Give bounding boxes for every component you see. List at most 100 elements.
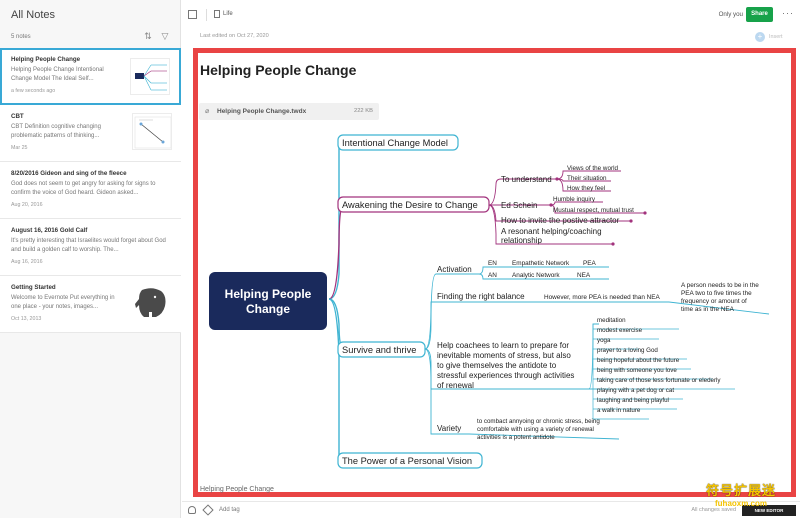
resonant-line-2: relationship [501, 236, 542, 245]
last-edited: Last edited on Oct 27, 2020 [200, 33, 269, 39]
attachment-name: Helping People Change.twdx [217, 108, 307, 115]
ed-schein: Ed Schein [501, 201, 537, 210]
watermark-url: fuhaoxm.com [715, 499, 768, 508]
finding-detail: time as in the NEA [681, 306, 735, 313]
note-card-snippet: CBT Definition cognitive changing proble… [11, 124, 101, 139]
note-thumbnail [132, 113, 172, 150]
sidebar: All Notes 5 notes ⇅ ▽ Helping People Cha… [0, 0, 181, 518]
activation: Activation [437, 265, 472, 274]
tag-icon[interactable] [202, 504, 214, 516]
finding-detail: A person needs to be in the [681, 282, 759, 289]
root-line-1: Helping People [225, 287, 312, 301]
variety-note: activities is a potent antidote [477, 434, 555, 441]
finding-note: However, more PEA is needed than NEA [544, 294, 661, 301]
note-header: Life Only you Share ··· [182, 0, 800, 30]
sidebar-tools: ⇅ ▽ [143, 31, 170, 41]
renewal-item: laughing and being playful [597, 397, 669, 404]
sort-icon[interactable]: ⇅ [143, 31, 153, 41]
expand-icon[interactable] [188, 10, 197, 19]
variety: Variety [437, 424, 461, 433]
variety-note: to combact annyoing or chronic stress, b… [477, 418, 600, 425]
renewal-item: yoga [597, 337, 611, 344]
note-card-gideon[interactable]: 8/20/2016 Gideon and sing of the fleece … [0, 162, 181, 219]
renewal-item: a walk in nature [597, 407, 641, 414]
note-card-snippet: Helping People Change Intentional Change… [11, 67, 104, 82]
notebook-icon [214, 10, 220, 18]
understand-item: Views of the world [567, 165, 618, 172]
note-card-snippet: Welcome to Evernote Put everything in on… [11, 295, 115, 310]
connector [328, 298, 345, 462]
more-options-icon[interactable]: ··· [782, 8, 794, 18]
help-coachees: of renewal [437, 381, 474, 390]
activation-en: EN [488, 260, 497, 267]
note-card-snippet: It's pretty interesting that Israelites … [11, 238, 166, 253]
renewal-item: modest exercise [597, 327, 643, 334]
notebook-name[interactable]: Life [223, 11, 233, 17]
share-button[interactable]: Share [746, 7, 773, 22]
note-card-title: 8/20/2016 Gideon and sing of the fleece [11, 170, 127, 177]
filter-icon[interactable]: ▽ [160, 31, 170, 41]
attachment[interactable]: ⌀ Helping People Change.twdx 222 KB [199, 103, 379, 120]
activation-en-network: Empathetic Network [512, 260, 570, 267]
activation-an: AN [488, 272, 497, 279]
activation-an-network: Analytic Network [512, 272, 560, 279]
help-coachees: to give themselves the antidote to [437, 361, 557, 370]
schein-item: Humble inquiry [553, 196, 596, 203]
insert-label: Insert [769, 34, 783, 40]
help-coachees: stressful experiences through activities [437, 371, 574, 380]
mind-map-image: Helping People Change Intentional Change… [199, 124, 791, 494]
activation-nea: NEA [577, 272, 591, 279]
note-title[interactable]: Helping People Change [200, 62, 356, 78]
finding-detail: PEA two to five times the [681, 290, 752, 297]
connector [328, 204, 345, 300]
note-footer-text: Helping People Change [200, 486, 274, 493]
branch-personal-vision: The Power of a Personal Vision [342, 456, 472, 466]
note-card-title: August 16, 2016 Gold Calf [11, 227, 88, 234]
sharing-status: Only you [718, 11, 743, 18]
understand-item: Their situation [567, 175, 607, 182]
note-card-date: Aug 20, 2016 [11, 202, 43, 208]
to-understand: To understand [501, 175, 552, 184]
understand-item: How they feel [567, 185, 605, 192]
add-tag-button[interactable]: Add tag [219, 507, 240, 513]
branch-awakening: Awakening the Desire to Change [342, 200, 478, 210]
renewal-item: meditation [597, 317, 626, 324]
note-thumbnail [130, 58, 170, 95]
note-list: Helping People Change Helping People Cha… [0, 48, 181, 333]
help-coachees: Help coachees to learn to prepare for [437, 341, 569, 350]
resonant-line-1: A resonant helping/coaching [501, 227, 602, 236]
note-card-helping-people-change[interactable]: Helping People Change Helping People Cha… [0, 48, 181, 105]
renewal-item: prayer to a loving God [597, 347, 658, 354]
renewal-item: being with someone you love [597, 367, 677, 374]
note-card-gold-calf[interactable]: August 16, 2016 Gold Calf It's pretty in… [0, 219, 181, 276]
branch-intentional-change: Intentional Change Model [342, 138, 448, 148]
note-card-snippet: God does not seem to get angry for askin… [11, 181, 156, 196]
sidebar-title: All Notes [11, 9, 56, 21]
paperclip-icon: ⌀ [205, 108, 210, 115]
reminder-bell-icon[interactable] [188, 506, 196, 514]
note-count: 5 notes [11, 34, 31, 40]
note-card-getting-started[interactable]: Getting Started Welcome to Evernote Put … [0, 276, 181, 333]
attachment-size: 222 KB [353, 108, 373, 114]
help-coachees: inevitable moments of stress, but also [437, 351, 571, 360]
header-divider [206, 9, 207, 21]
evernote-elephant-icon [132, 284, 172, 321]
mind-map-root [209, 272, 327, 330]
schein-item: Mustual respect, mutual trust [553, 207, 634, 214]
note-card-date: Aug 16, 2016 [11, 259, 43, 265]
renewal-item: taking care of those less fortunate or e… [597, 377, 721, 384]
watermark: 符号扩展迷 fuhaoxm.com [706, 480, 776, 508]
invite-attractor: How to invite the postive attractor [501, 216, 620, 225]
finding-detail: frequency or amount of [681, 298, 747, 305]
note-card-cbt[interactable]: CBT CBT Definition cognitive changing pr… [0, 105, 181, 162]
renewal-item: being hopeful about the future [597, 357, 680, 364]
renewal-item: playing with a pet dog or cat [597, 387, 674, 394]
branch-survive-thrive: Survive and thrive [342, 345, 416, 355]
activation-pea: PEA [583, 260, 597, 267]
plus-icon: + [755, 32, 765, 42]
variety-note: comfortable with using a variety of rene… [477, 426, 594, 433]
finding-balance: Finding the right balance [437, 292, 525, 301]
insert-button[interactable]: + Insert [755, 32, 782, 42]
root-line-2: Change [246, 302, 290, 316]
watermark-text: 符号扩展迷 [706, 483, 777, 498]
